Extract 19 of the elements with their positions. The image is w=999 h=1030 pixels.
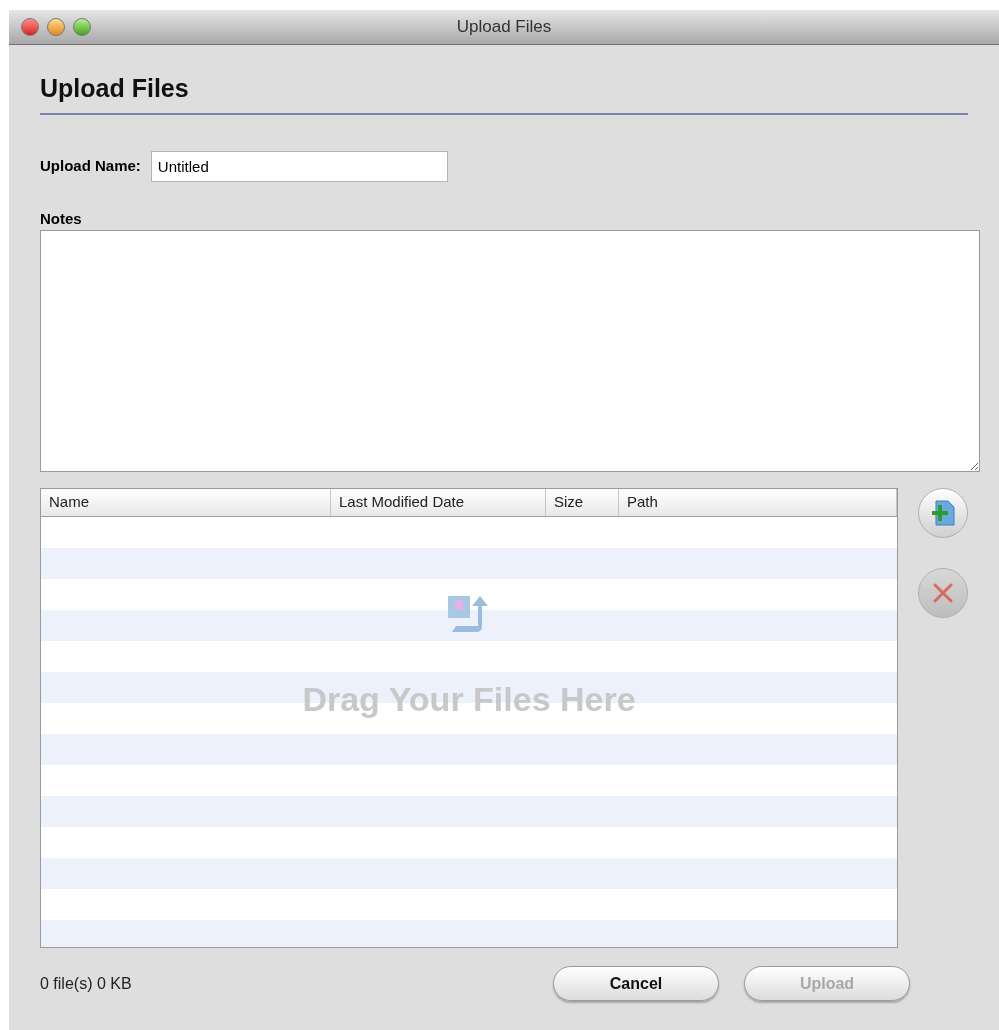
- column-header[interactable]: Size: [546, 489, 619, 516]
- window-control-icon[interactable]: [21, 18, 39, 36]
- dialog-heading: Upload Files: [40, 73, 190, 104]
- add-file-button[interactable]: [918, 488, 968, 538]
- field-label: Upload Name:: [40, 156, 141, 177]
- window-title: Upload Files: [456, 16, 552, 39]
- column-header[interactable]: Last Modified Date: [331, 489, 546, 516]
- dialog-button[interactable]: Cancel: [553, 966, 719, 1001]
- window-control-icon[interactable]: [47, 18, 65, 36]
- column-header[interactable]: Name: [41, 489, 331, 516]
- close-icon: [932, 582, 954, 604]
- status-text: 0 file(s) 0 KB: [40, 973, 133, 994]
- column-header[interactable]: Path: [619, 489, 897, 516]
- window-control-icon[interactable]: [73, 18, 91, 36]
- remove-file-button[interactable]: [918, 568, 968, 618]
- upload-name-field[interactable]: Untitled: [150, 151, 448, 182]
- notes-field[interactable]: [40, 230, 980, 472]
- notes-label: Notes: [40, 210, 83, 228]
- add-file-icon: [930, 499, 956, 527]
